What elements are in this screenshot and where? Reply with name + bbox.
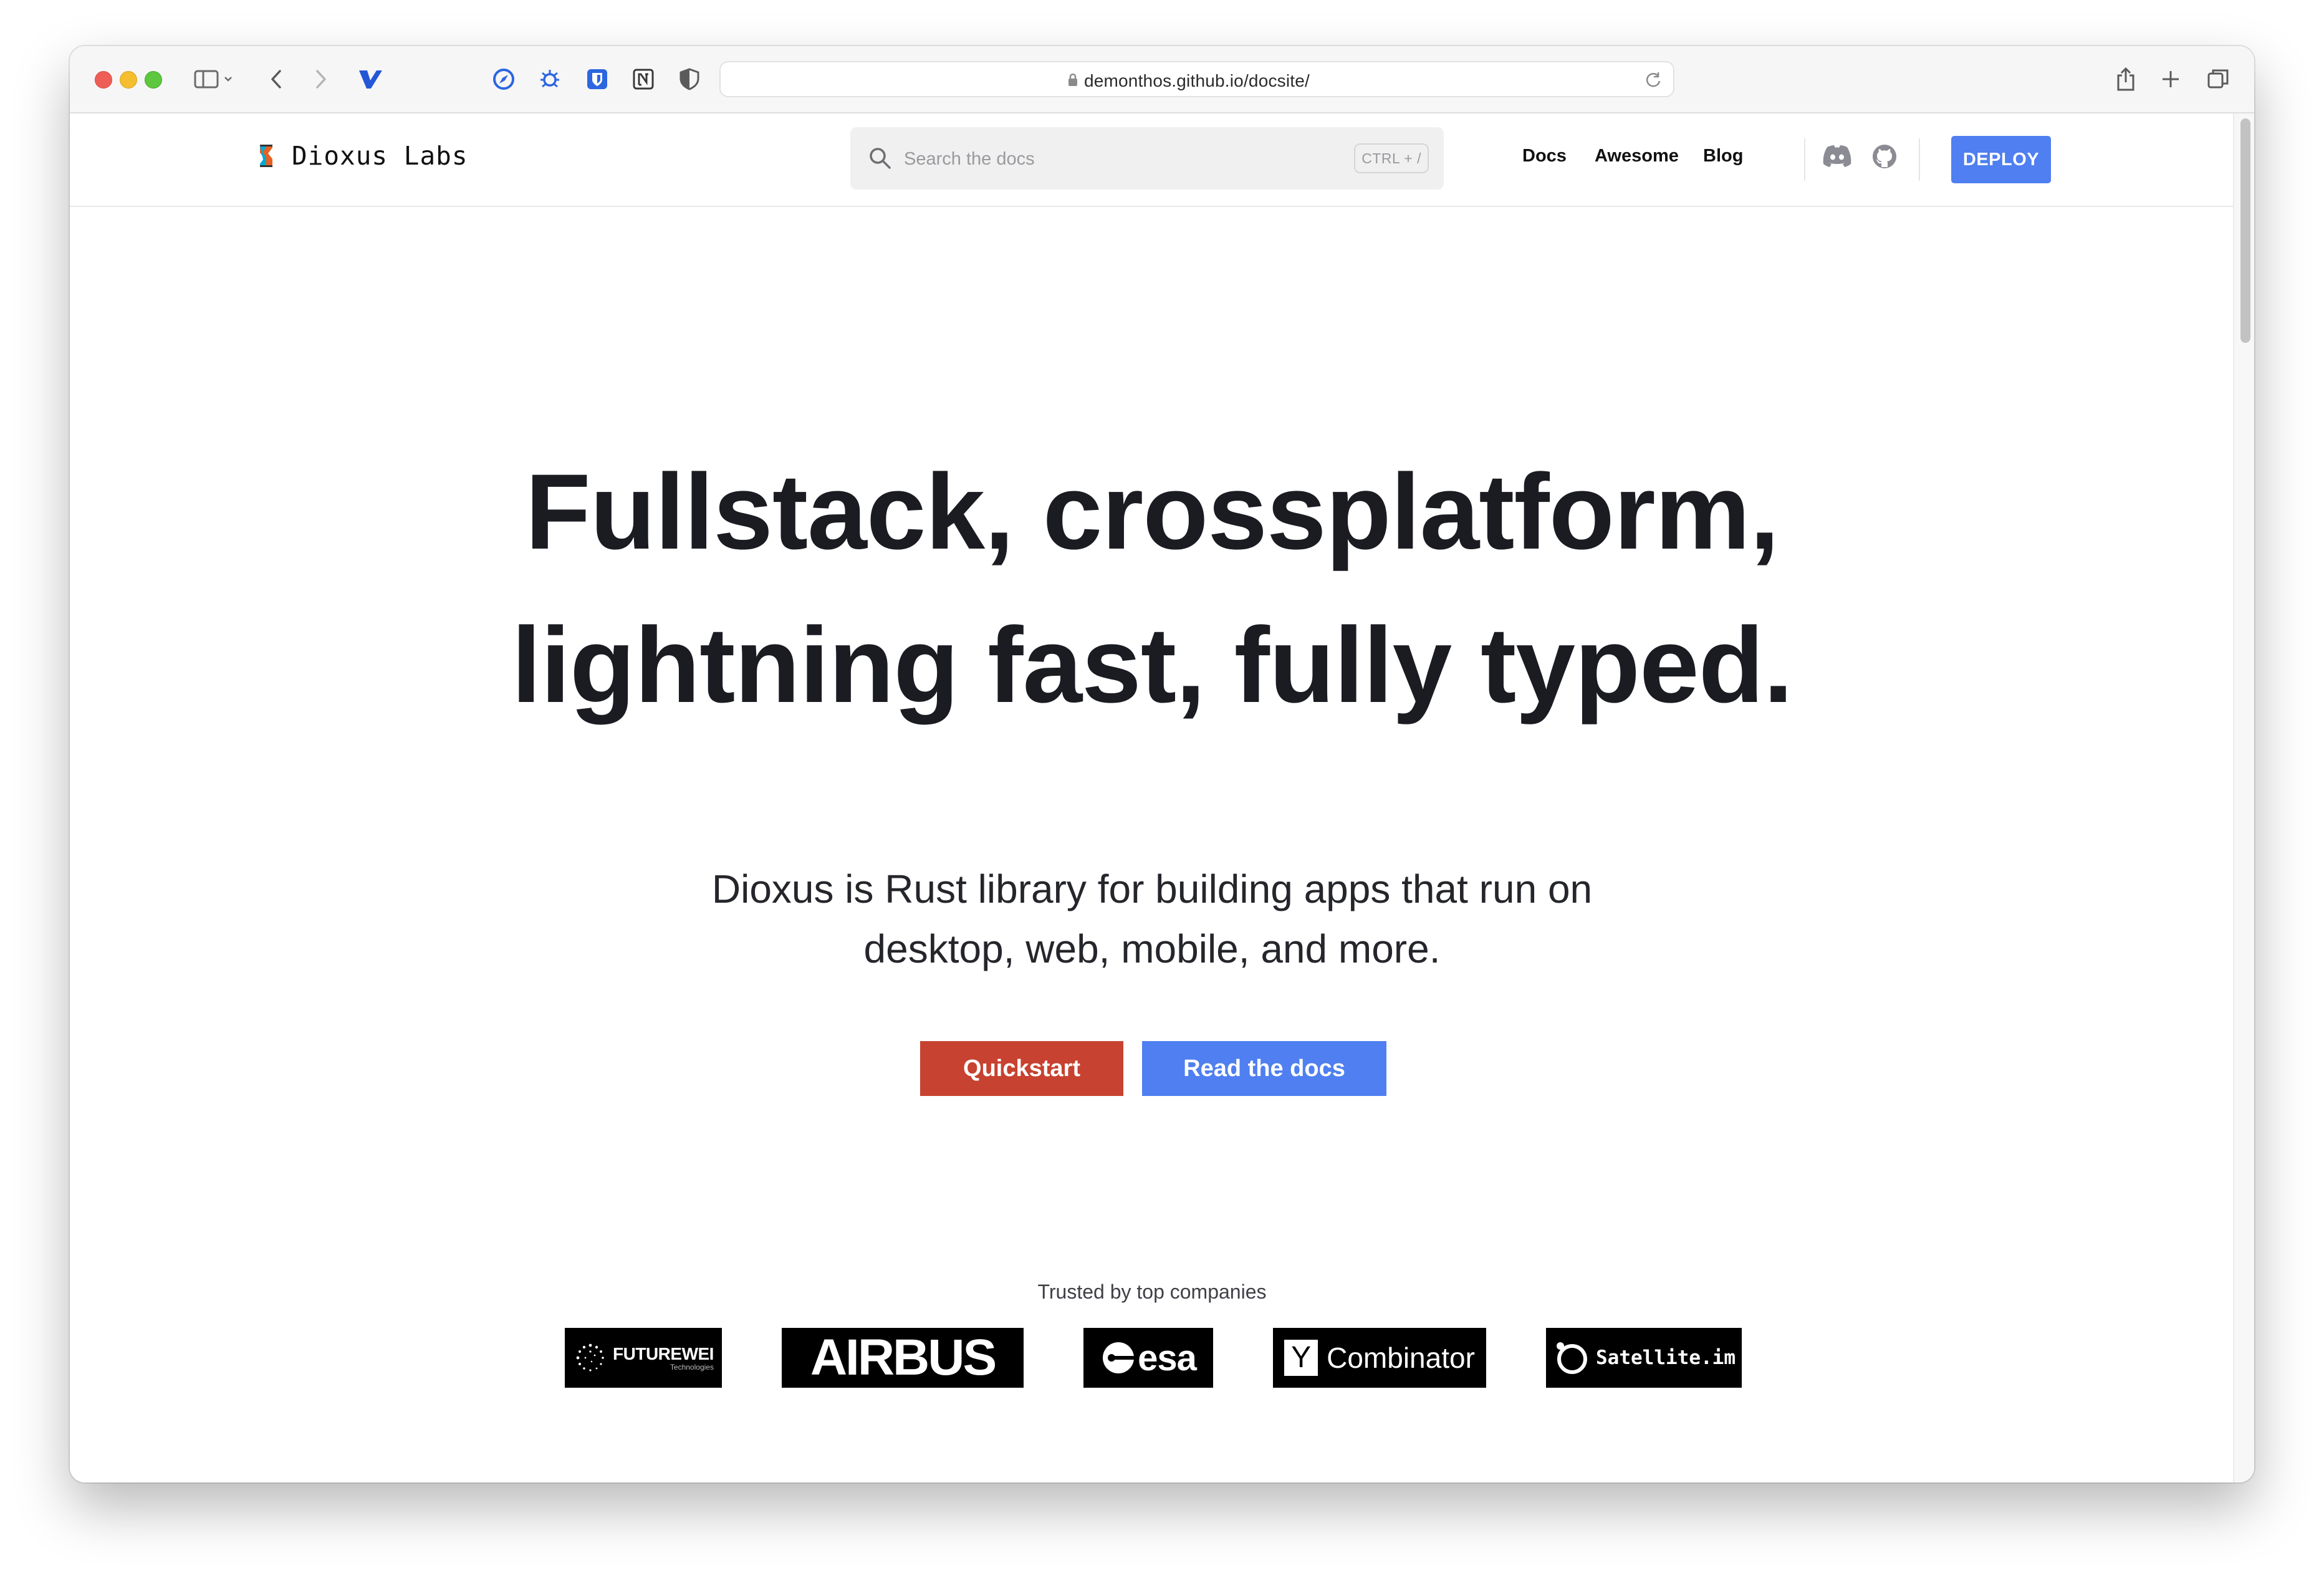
search-icon	[868, 146, 893, 174]
browser-window: demonthos.github.io/docsite/ Dioxus Labs…	[70, 46, 2254, 1482]
airbus-logo: AIRBUS	[782, 1328, 1024, 1388]
address-bar[interactable]: demonthos.github.io/docsite/	[719, 61, 1674, 97]
zoom-window-button[interactable]	[145, 71, 162, 89]
nav-divider	[1804, 138, 1805, 181]
forward-icon[interactable]	[312, 65, 330, 94]
minimize-window-button[interactable]	[120, 71, 137, 89]
brand-link[interactable]: Dioxus Labs	[257, 141, 468, 171]
compass-extension-icon[interactable]	[491, 65, 516, 94]
url-text[interactable]: demonthos.github.io/docsite/	[721, 71, 1673, 91]
privacy-shield-icon[interactable]	[677, 65, 702, 94]
reload-icon[interactable]	[1645, 71, 1662, 92]
close-window-button[interactable]	[95, 71, 112, 89]
hero-subtitle-line: Dioxus is Rust library for building apps…	[711, 867, 1593, 911]
share-icon[interactable]	[2113, 65, 2138, 94]
tab-overview-icon[interactable]	[2206, 65, 2230, 94]
page-content: Dioxus Labs CTRL + / Docs Awesome Blog D…	[70, 113, 2234, 1482]
vivaldi-extension-icon[interactable]	[357, 65, 384, 94]
hero-subtitle-line: desktop, web, mobile, and more.	[863, 926, 1441, 971]
search-shortcut-hint: CTRL + /	[1354, 143, 1429, 173]
esa-logo: esa	[1083, 1328, 1213, 1388]
browser-toolbar: demonthos.github.io/docsite/	[70, 46, 2254, 113]
futurewei-swirl-icon	[576, 1343, 604, 1372]
new-tab-icon[interactable]	[2158, 65, 2183, 94]
back-icon[interactable]	[267, 65, 286, 94]
satellite-logo: Satellite.im	[1546, 1328, 1742, 1388]
notion-extension-icon[interactable]	[631, 65, 656, 94]
dioxus-logo-icon	[260, 145, 272, 167]
ycombinator-logo: Y Combinator	[1273, 1328, 1486, 1388]
hero-title-line: Fullstack, crossplatform,	[525, 452, 1780, 572]
github-icon[interactable]	[1871, 143, 1898, 173]
futurewei-logo: FUTUREWEI Technologies	[565, 1328, 722, 1388]
ycombinator-wordmark: Combinator	[1327, 1342, 1475, 1374]
search-input[interactable]	[903, 142, 1279, 176]
hero-title-line: lightning fast, fully typed.	[511, 605, 1793, 725]
satellite-wordmark: Satellite.im	[1596, 1347, 1736, 1369]
site-navbar: Dioxus Labs CTRL + / Docs Awesome Blog D…	[70, 113, 2234, 207]
bug-extension-icon[interactable]	[537, 65, 562, 94]
nav-link-blog[interactable]: Blog	[1703, 146, 1743, 166]
hero-subtitle: Dioxus is Rust library for building apps…	[70, 859, 2234, 979]
hero-title: Fullstack, crossplatform, lightning fast…	[70, 435, 2234, 742]
nav-divider	[1919, 138, 1920, 181]
futurewei-tagline: Technologies	[670, 1363, 714, 1372]
discord-icon[interactable]	[1822, 143, 1853, 171]
esa-wordmark: esa	[1138, 1337, 1197, 1378]
futurewei-wordmark: FUTUREWEI	[613, 1344, 714, 1363]
quickstart-button[interactable]: Quickstart	[920, 1041, 1123, 1096]
read-the-docs-button[interactable]: Read the docs	[1142, 1041, 1386, 1096]
deploy-button[interactable]: DEPLOY	[1951, 136, 2051, 183]
brand-name: Dioxus Labs	[292, 141, 468, 171]
search-box[interactable]: CTRL + /	[850, 127, 1444, 190]
nav-link-awesome[interactable]: Awesome	[1595, 146, 1679, 166]
sidebar-toggle-icon[interactable]	[192, 65, 236, 94]
scrollbar-thumb[interactable]	[2240, 118, 2250, 343]
esa-emblem-icon	[1103, 1342, 1137, 1373]
nav-link-docs[interactable]: Docs	[1522, 146, 1567, 166]
trusted-heading: Trusted by top companies	[1037, 1280, 1267, 1303]
satellite-ring-icon	[1557, 1342, 1588, 1374]
bitwarden-extension-icon[interactable]	[585, 65, 610, 94]
ycombinator-mark: Y	[1284, 1340, 1318, 1376]
airbus-wordmark: AIRBUS	[810, 1329, 997, 1386]
